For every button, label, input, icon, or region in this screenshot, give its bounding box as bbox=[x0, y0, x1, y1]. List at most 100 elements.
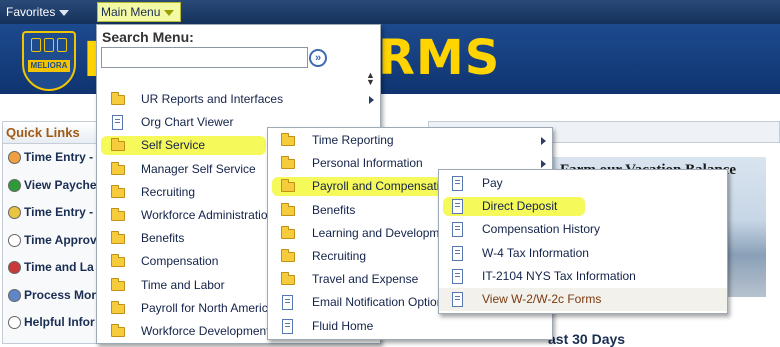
payroll-item-direct-deposit[interactable]: Direct Deposit bbox=[439, 195, 727, 218]
last-30-days-heading: ast 30 Days bbox=[548, 331, 626, 347]
folder-icon bbox=[111, 161, 125, 175]
search-menu-title: Search Menu: bbox=[102, 29, 194, 45]
folder-icon bbox=[111, 208, 125, 221]
folder-icon bbox=[281, 179, 295, 193]
payroll-item-it-2104-nys-tax-information[interactable]: IT-2104 NYS Tax Information bbox=[439, 265, 727, 288]
status-dot-icon bbox=[8, 206, 21, 219]
folder-icon bbox=[111, 231, 125, 245]
document-icon bbox=[452, 222, 463, 238]
menu-item-label: Fluid Home bbox=[312, 318, 374, 333]
self-service-item-fluid-home[interactable]: Fluid Home bbox=[268, 315, 552, 338]
folder-icon bbox=[281, 133, 295, 146]
folder-icon bbox=[111, 277, 125, 291]
payroll-item-compensation-history[interactable]: Compensation History bbox=[439, 218, 727, 241]
quick-link-2[interactable]: Time Entry - bbox=[3, 199, 97, 227]
status-dot-icon bbox=[8, 233, 21, 247]
folder-icon bbox=[111, 254, 125, 268]
status-dot-icon bbox=[8, 178, 21, 192]
menu-item-label: Workforce Development bbox=[141, 324, 270, 338]
chevron-right-icon bbox=[541, 137, 546, 145]
quick-link-label: Helpful Infor bbox=[24, 315, 95, 329]
menu-item-label: UR Reports and Interfaces bbox=[141, 92, 284, 106]
menu-item-label: IT-2104 NYS Tax Information bbox=[482, 268, 636, 283]
quick-link-6[interactable]: Helpful Infor bbox=[3, 309, 97, 337]
quick-link-label: Time Entry - bbox=[24, 150, 94, 164]
status-dot-icon bbox=[8, 151, 21, 164]
folder-icon bbox=[111, 138, 125, 152]
quick-link-label: Time and La bbox=[24, 260, 94, 274]
menu-item-label: Benefits bbox=[141, 231, 185, 246]
menu-item-label: Compensation bbox=[141, 254, 219, 269]
folder-icon bbox=[111, 92, 125, 105]
menu-item-label: Self Service bbox=[141, 138, 206, 153]
favorites-menu[interactable]: Favorites bbox=[6, 5, 70, 19]
folder-icon bbox=[111, 300, 125, 314]
document-icon bbox=[282, 295, 293, 311]
quick-links-title: Quick Links bbox=[3, 122, 97, 144]
folder-icon bbox=[281, 156, 295, 170]
main-menu-label: Main Menu bbox=[101, 5, 161, 19]
main-menu-button[interactable]: Main Menu bbox=[97, 2, 182, 22]
document-icon bbox=[452, 292, 463, 307]
menu-item-label: Learning and Development bbox=[312, 225, 457, 240]
menu-item-label: Recruiting bbox=[312, 249, 367, 263]
search-menu-input[interactable] bbox=[101, 47, 308, 68]
menu-item-label: Payroll and Compensation bbox=[312, 179, 453, 194]
self-service-item-time-reporting[interactable]: Time Reporting bbox=[268, 129, 552, 152]
menu-item-label: Pay bbox=[482, 176, 503, 190]
document-icon bbox=[452, 176, 463, 191]
menu-item-label: Workforce Administration bbox=[141, 208, 275, 222]
chevron-right-icon bbox=[541, 160, 546, 169]
banner-title-right: RMS bbox=[378, 30, 501, 86]
menu-item-label: Time Reporting bbox=[312, 133, 394, 147]
folder-icon bbox=[281, 249, 295, 262]
folder-icon bbox=[281, 202, 295, 216]
document-icon bbox=[112, 115, 123, 131]
quick-links-pane: Quick Links Time Entry - View Payche Time … bbox=[2, 121, 98, 344]
quick-link-3[interactable]: Time Approv bbox=[3, 227, 97, 255]
chevron-right-icon bbox=[369, 96, 374, 104]
caret-down-icon bbox=[164, 9, 175, 16]
quick-link-label: Time Approv bbox=[24, 232, 97, 247]
payroll-item-w-4-tax-information[interactable]: W-4 Tax Information bbox=[439, 242, 727, 265]
document-icon bbox=[282, 318, 293, 334]
payroll-item-pay[interactable]: Pay bbox=[439, 172, 727, 195]
menu-item-label: Direct Deposit bbox=[482, 199, 558, 214]
menu-item-label: Time and Labor bbox=[141, 277, 225, 292]
status-dot-icon bbox=[8, 288, 21, 302]
document-icon bbox=[452, 245, 463, 261]
folder-icon bbox=[281, 272, 295, 286]
folder-icon bbox=[111, 184, 125, 198]
main-menu-item-ur-reports-and-interfaces[interactable]: UR Reports and Interfaces bbox=[97, 88, 380, 111]
payroll-compensation-submenu: Pay Direct Deposit Compensation History W-4… bbox=[438, 169, 728, 314]
status-dot-icon bbox=[8, 316, 21, 329]
top-nav-bar: Favorites Main Menu bbox=[0, 0, 780, 24]
quick-link-1[interactable]: View Payche bbox=[3, 172, 97, 200]
menu-item-label: Email Notification Options bbox=[312, 295, 450, 310]
quick-link-label: View Payche bbox=[24, 177, 97, 192]
menu-item-label: Manager Self Service bbox=[141, 161, 256, 176]
menu-item-label: Org Chart Viewer bbox=[141, 115, 234, 130]
folder-icon bbox=[281, 225, 295, 239]
search-go-icon[interactable]: » bbox=[309, 49, 327, 67]
seal-motto: MELIORA bbox=[28, 60, 70, 72]
scroll-updown-icon[interactable]: ▲ ▼ bbox=[366, 71, 375, 87]
favorites-label: Favorites bbox=[6, 5, 56, 19]
status-dot-icon bbox=[8, 261, 21, 274]
quick-link-0[interactable]: Time Entry - bbox=[3, 144, 97, 172]
menu-item-label: Compensation History bbox=[482, 222, 601, 237]
menu-item-label: Payroll for North America bbox=[141, 300, 275, 315]
menu-item-label: Personal Information bbox=[312, 156, 423, 171]
quick-link-label: Process Mor bbox=[24, 287, 97, 302]
caret-down-icon bbox=[59, 9, 70, 16]
menu-item-label: Recruiting bbox=[141, 184, 196, 199]
document-icon bbox=[452, 268, 463, 284]
quick-link-label: Time Entry - bbox=[24, 205, 94, 219]
quick-link-4[interactable]: Time and La bbox=[3, 254, 97, 282]
payroll-item-view-w-2-w-2c-forms[interactable]: View W-2/W-2c Forms bbox=[439, 288, 727, 311]
menu-item-label: View W-2/W-2c Forms bbox=[482, 292, 602, 306]
document-icon bbox=[452, 199, 463, 215]
quick-link-5[interactable]: Process Mor bbox=[3, 282, 97, 310]
folder-icon bbox=[111, 324, 125, 337]
menu-item-label: Benefits bbox=[312, 202, 356, 217]
